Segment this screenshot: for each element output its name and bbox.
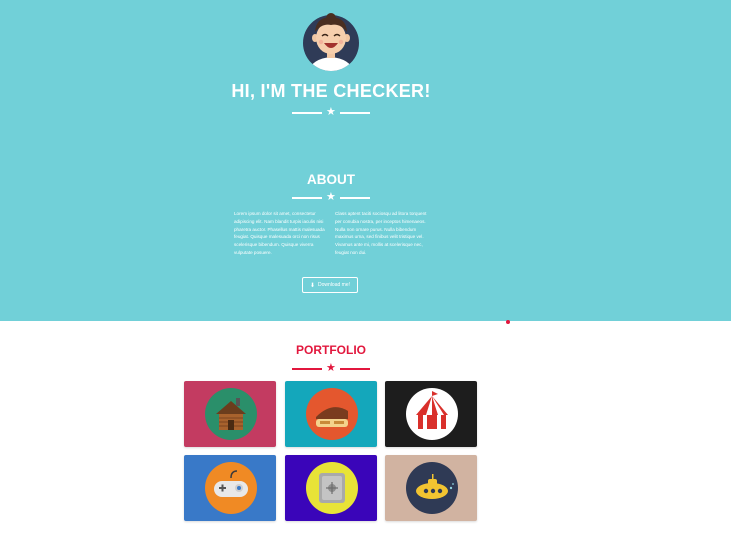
about-title: ABOUT bbox=[307, 172, 355, 187]
red-dot bbox=[506, 320, 510, 324]
download-label: Download me! bbox=[318, 282, 350, 288]
star-icon: ★ bbox=[326, 191, 336, 203]
star-icon: ★ bbox=[326, 106, 336, 118]
portfolio-item-cabin[interactable] bbox=[184, 381, 276, 447]
hero-divider: ★ bbox=[292, 106, 370, 119]
about-divider: ★ bbox=[292, 191, 370, 204]
download-icon: ⬇ bbox=[310, 282, 316, 289]
cake-icon bbox=[306, 388, 358, 440]
portfolio-item-game[interactable] bbox=[184, 455, 276, 521]
star-icon: ★ bbox=[326, 362, 336, 374]
portfolio-item-circus[interactable] bbox=[385, 381, 477, 447]
submarine-icon bbox=[406, 462, 458, 514]
portfolio-divider: ★ bbox=[292, 362, 370, 375]
hero-title: HI, I'M THE CHECKER! bbox=[231, 81, 431, 101]
cabin-icon bbox=[205, 388, 257, 440]
portfolio-title: PORTFOLIO bbox=[296, 343, 366, 357]
about-text-left: Lorem ipsum dolor sit amet, consectetur … bbox=[234, 211, 325, 255]
portfolio-item-cake[interactable] bbox=[285, 381, 377, 447]
game-controller-icon bbox=[205, 462, 257, 514]
hero-section: HI, I'M THE CHECKER! ★ ABOUT ★ Lorem ips… bbox=[0, 0, 731, 321]
portfolio-item-safe[interactable] bbox=[285, 455, 377, 521]
download-button[interactable]: ⬇ Download me! bbox=[302, 277, 358, 293]
safe-icon bbox=[306, 462, 358, 514]
avatar bbox=[303, 13, 359, 71]
about-text-right: Class aptent taciti sociosqu ad litora t… bbox=[335, 211, 427, 255]
portfolio-item-submarine[interactable] bbox=[385, 455, 477, 521]
circus-tent-icon bbox=[406, 388, 458, 440]
